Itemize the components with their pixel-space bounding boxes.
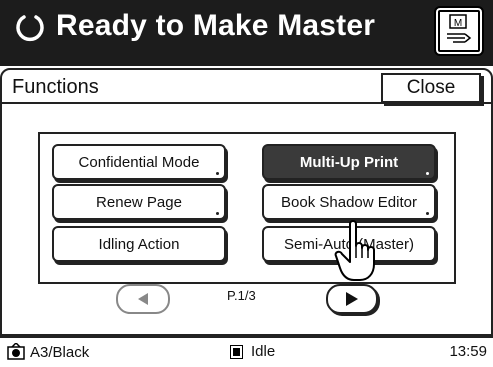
drum-icon (7, 343, 25, 360)
corner-dot-icon (216, 212, 219, 215)
book-shadow-editor-label: Book Shadow Editor (281, 193, 417, 211)
multi-up-print-label: Multi-Up Print (299, 153, 399, 171)
corner-dot-icon (216, 172, 219, 175)
page-indicator: P.1/3 (227, 288, 256, 303)
renew-page-button[interactable]: Renew Page (52, 184, 226, 220)
next-page-button[interactable] (326, 284, 378, 314)
header-title-group: Ready to Make Master (12, 6, 375, 46)
master-button[interactable]: M (434, 6, 484, 56)
refresh-icon (16, 15, 44, 42)
page-title: Ready to Make Master (56, 9, 376, 42)
stop-square-icon (230, 344, 243, 359)
book-shadow-editor-button[interactable]: Book Shadow Editor (262, 184, 436, 220)
function-grid: Confidential Mode Multi-Up Print Renew P… (38, 132, 456, 284)
confidential-mode-label: Confidential Mode (78, 153, 200, 171)
clock: 13:59 (449, 343, 487, 360)
confidential-mode-button[interactable]: Confidential Mode (52, 144, 226, 180)
machine-state: Idle (230, 343, 275, 360)
functions-panel: Functions Close Confidential Mode Multi-… (0, 68, 493, 336)
close-button[interactable]: Close (381, 73, 481, 103)
corner-dot-icon (426, 212, 429, 215)
pointing-hand-icon (334, 220, 375, 281)
idling-action-label: Idling Action (98, 235, 180, 253)
multi-up-print-button[interactable]: Multi-Up Print (262, 144, 436, 180)
idling-action-button[interactable]: Idling Action (52, 226, 226, 262)
master-feed-icon: M (447, 14, 472, 43)
previous-page-button[interactable] (116, 284, 170, 314)
status-bar: A3/Black Idle 13:59 (0, 336, 493, 367)
master-button-label: M (454, 18, 462, 29)
panel-divider (2, 102, 491, 104)
corner-dot-icon (426, 172, 429, 175)
triangle-left-icon (138, 293, 148, 305)
paper-status: A3/Black (6, 343, 89, 361)
paper-status-text: A3/Black (30, 343, 90, 361)
machine-state-text: Idle (251, 343, 276, 360)
triangle-right-icon (346, 292, 358, 306)
renew-page-label: Renew Page (96, 193, 182, 211)
panel-title: Functions (12, 76, 99, 98)
header-bar: Ready to Make Master M (0, 0, 493, 66)
